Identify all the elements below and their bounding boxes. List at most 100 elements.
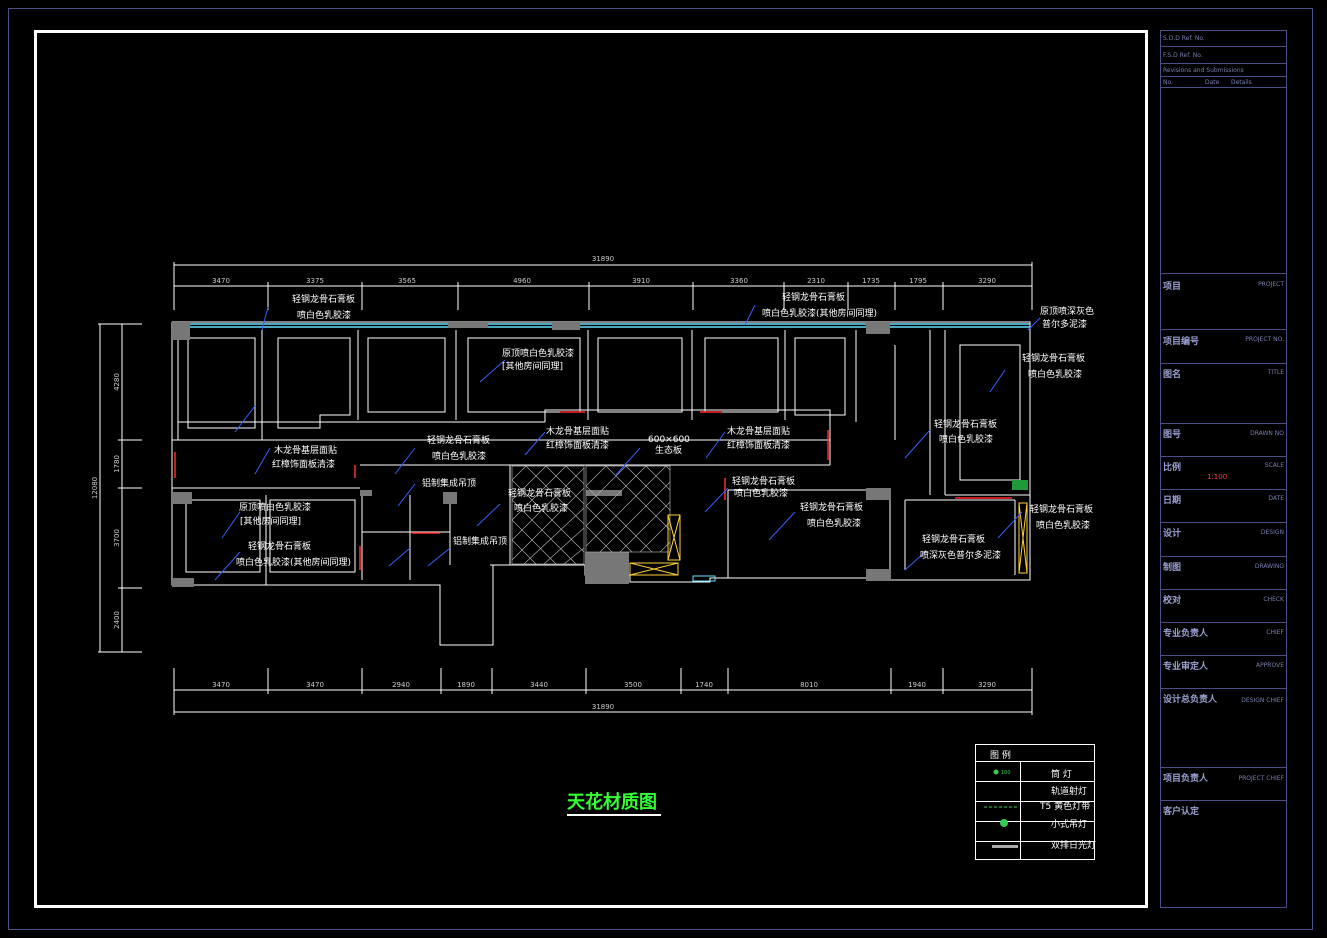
top-dim: 2310 bbox=[807, 277, 825, 285]
top-dim: 3565 bbox=[398, 277, 416, 285]
tb-label: 校对 bbox=[1163, 596, 1182, 606]
bottom-dim: 1940 bbox=[908, 681, 926, 689]
annotation: 轻钢龙骨石膏板 bbox=[1030, 503, 1093, 515]
annotation: 轻钢龙骨石膏板 bbox=[934, 418, 997, 430]
ceiling-plan: 31890 3470 3375 3565 4960 3910 3360 2310… bbox=[91, 255, 1094, 715]
annotation: 木龙骨基层面贴 bbox=[546, 425, 609, 437]
legend-title: 图 例 bbox=[990, 751, 1011, 761]
annotation: 轻钢龙骨石膏板 bbox=[248, 540, 311, 552]
annotation: 喷白色乳胶漆 bbox=[1028, 368, 1082, 380]
track-spotlight-icon bbox=[978, 783, 1018, 801]
top-dim: 3375 bbox=[306, 277, 324, 285]
annotation: 喷深灰色普尔多泥漆 bbox=[920, 549, 1001, 561]
bottom-dim: 2940 bbox=[392, 681, 410, 689]
annotation: 喷白色乳胶漆 bbox=[734, 487, 788, 499]
tb-label-en: DATE bbox=[1268, 495, 1284, 502]
tb-ref: F.S.D Ref. No. bbox=[1163, 52, 1203, 59]
annotation: 喷白色乳胶漆 bbox=[297, 309, 351, 321]
annotation: 轻钢龙骨石膏板 bbox=[508, 487, 571, 499]
bottom-dim: 3500 bbox=[624, 681, 642, 689]
tb-label: 设计总负责人 bbox=[1163, 695, 1218, 705]
left-dim: 3700 bbox=[113, 529, 121, 547]
tb-label: 比例 bbox=[1163, 463, 1182, 473]
annotation: 普尔多泥漆 bbox=[1042, 318, 1087, 330]
annotation: 原顶喷深灰色 bbox=[1040, 305, 1094, 317]
tb-label-en: DESIGN bbox=[1260, 529, 1284, 536]
tb-label-en: DESIGN CHIEF bbox=[1241, 697, 1284, 704]
bottom-dim: 3290 bbox=[978, 681, 996, 689]
plan-title: 天花材质图 bbox=[567, 792, 661, 816]
bottom-dim: 3470 bbox=[306, 681, 324, 689]
annotation: 喷白色乳胶漆(其他房间同理) bbox=[762, 307, 877, 319]
annotation: 红樟饰面板清漆 bbox=[272, 458, 335, 470]
top-dim: 1735 bbox=[862, 277, 880, 285]
annotation: 轻钢龙骨石膏板 bbox=[427, 434, 490, 446]
annotation: [其他房间同理] bbox=[240, 515, 301, 527]
tb-label-en: DRAWN NO bbox=[1250, 430, 1284, 437]
annotation: 600×600 bbox=[648, 435, 690, 445]
annotation: 喷白色乳胶漆 bbox=[1036, 519, 1090, 531]
legend-label: 轨道射灯 bbox=[1051, 787, 1088, 797]
top-total-dim: 31890 bbox=[592, 255, 614, 263]
annotation: 喷白色乳胶漆 bbox=[939, 433, 993, 445]
annotation: 红樟饰面板清漆 bbox=[727, 439, 790, 451]
left-dim: 1780 bbox=[113, 455, 121, 473]
svg-text:100: 100 bbox=[1001, 770, 1011, 776]
tb-label-en: TITLE bbox=[1267, 369, 1284, 376]
annotation: 原顶喷白色乳胶漆 bbox=[239, 501, 311, 513]
top-dim: 4960 bbox=[513, 277, 531, 285]
tb-label-en: DRAWING bbox=[1254, 563, 1284, 570]
tb-label: 图名 bbox=[1163, 370, 1182, 380]
tb-label: 设计 bbox=[1163, 529, 1182, 539]
downlight-icon: 100 bbox=[993, 769, 1011, 776]
tb-rev-no: No. bbox=[1163, 79, 1173, 86]
tb-label-en: PROJECT NO. bbox=[1245, 336, 1284, 343]
tb-label-en: CHECK bbox=[1263, 596, 1284, 603]
tb-scale-value: 1:100 bbox=[1207, 473, 1228, 481]
top-dim: 3910 bbox=[632, 277, 650, 285]
annotation: 喷白色乳胶漆 bbox=[514, 502, 568, 514]
legend-label: T5 黄色灯带 bbox=[1040, 802, 1091, 812]
tb-label: 客户认定 bbox=[1163, 807, 1200, 817]
tb-label: 制图 bbox=[1163, 563, 1182, 573]
tb-label: 图号 bbox=[1163, 430, 1182, 440]
top-dim: 1795 bbox=[909, 277, 927, 285]
tb-label: 专业负责人 bbox=[1163, 629, 1209, 639]
tb-ref: Revisions and Submissions bbox=[1163, 67, 1244, 74]
bottom-dim: 1890 bbox=[457, 681, 475, 689]
top-dim: 3360 bbox=[730, 277, 748, 285]
pendant-lamp-icon bbox=[1000, 819, 1008, 827]
tb-rev-details: Details bbox=[1231, 79, 1252, 86]
left-dim: 4280 bbox=[113, 373, 121, 391]
annotation: 红樟饰面板清漆 bbox=[546, 439, 609, 451]
legend-label: 小式吊灯 bbox=[1051, 820, 1088, 830]
annotation: 木龙骨基层面贴 bbox=[727, 425, 790, 437]
tb-label: 日期 bbox=[1163, 496, 1182, 506]
tb-label: 项目负责人 bbox=[1163, 774, 1209, 784]
annotation: 生态板 bbox=[655, 444, 682, 456]
bottom-total-dim: 31890 bbox=[592, 703, 614, 711]
tb-label-en: APPROVE bbox=[1255, 662, 1284, 669]
bottom-dim: 3440 bbox=[530, 681, 548, 689]
left-total-dim: 12080 bbox=[91, 477, 99, 499]
annotation: 轻钢龙骨石膏板 bbox=[800, 501, 863, 513]
bottom-dim: 8010 bbox=[800, 681, 818, 689]
annotation: 轻钢龙骨石膏板 bbox=[922, 533, 985, 545]
top-dim: 3290 bbox=[978, 277, 996, 285]
annotation: 喷白色乳胶漆 bbox=[432, 450, 486, 462]
annotation: 轻钢龙骨石膏板 bbox=[782, 291, 845, 303]
annotation: 铝制集成吊顶 bbox=[453, 535, 507, 547]
annotation: 喷白色乳胶漆(其他房间同理) bbox=[236, 556, 351, 568]
annotation: 原顶喷白色乳胶漆 bbox=[502, 347, 574, 359]
tb-label-en: CHIEF bbox=[1266, 629, 1284, 636]
annotation: 轻钢龙骨石膏板 bbox=[1022, 352, 1085, 364]
tb-ref: S.D.D Ref. No. bbox=[1163, 35, 1205, 42]
annotation: 木龙骨基层面贴 bbox=[274, 444, 337, 456]
bottom-dim: 1740 bbox=[695, 681, 713, 689]
annotation: 轻钢龙骨石膏板 bbox=[292, 293, 355, 305]
annotation: 喷白色乳胶漆 bbox=[807, 517, 861, 529]
tb-label: 专业审定人 bbox=[1163, 662, 1209, 672]
fluorescent-icon bbox=[992, 845, 1018, 848]
legend-label: 双排日光灯 bbox=[1051, 841, 1097, 851]
bottom-dim: 3470 bbox=[212, 681, 230, 689]
